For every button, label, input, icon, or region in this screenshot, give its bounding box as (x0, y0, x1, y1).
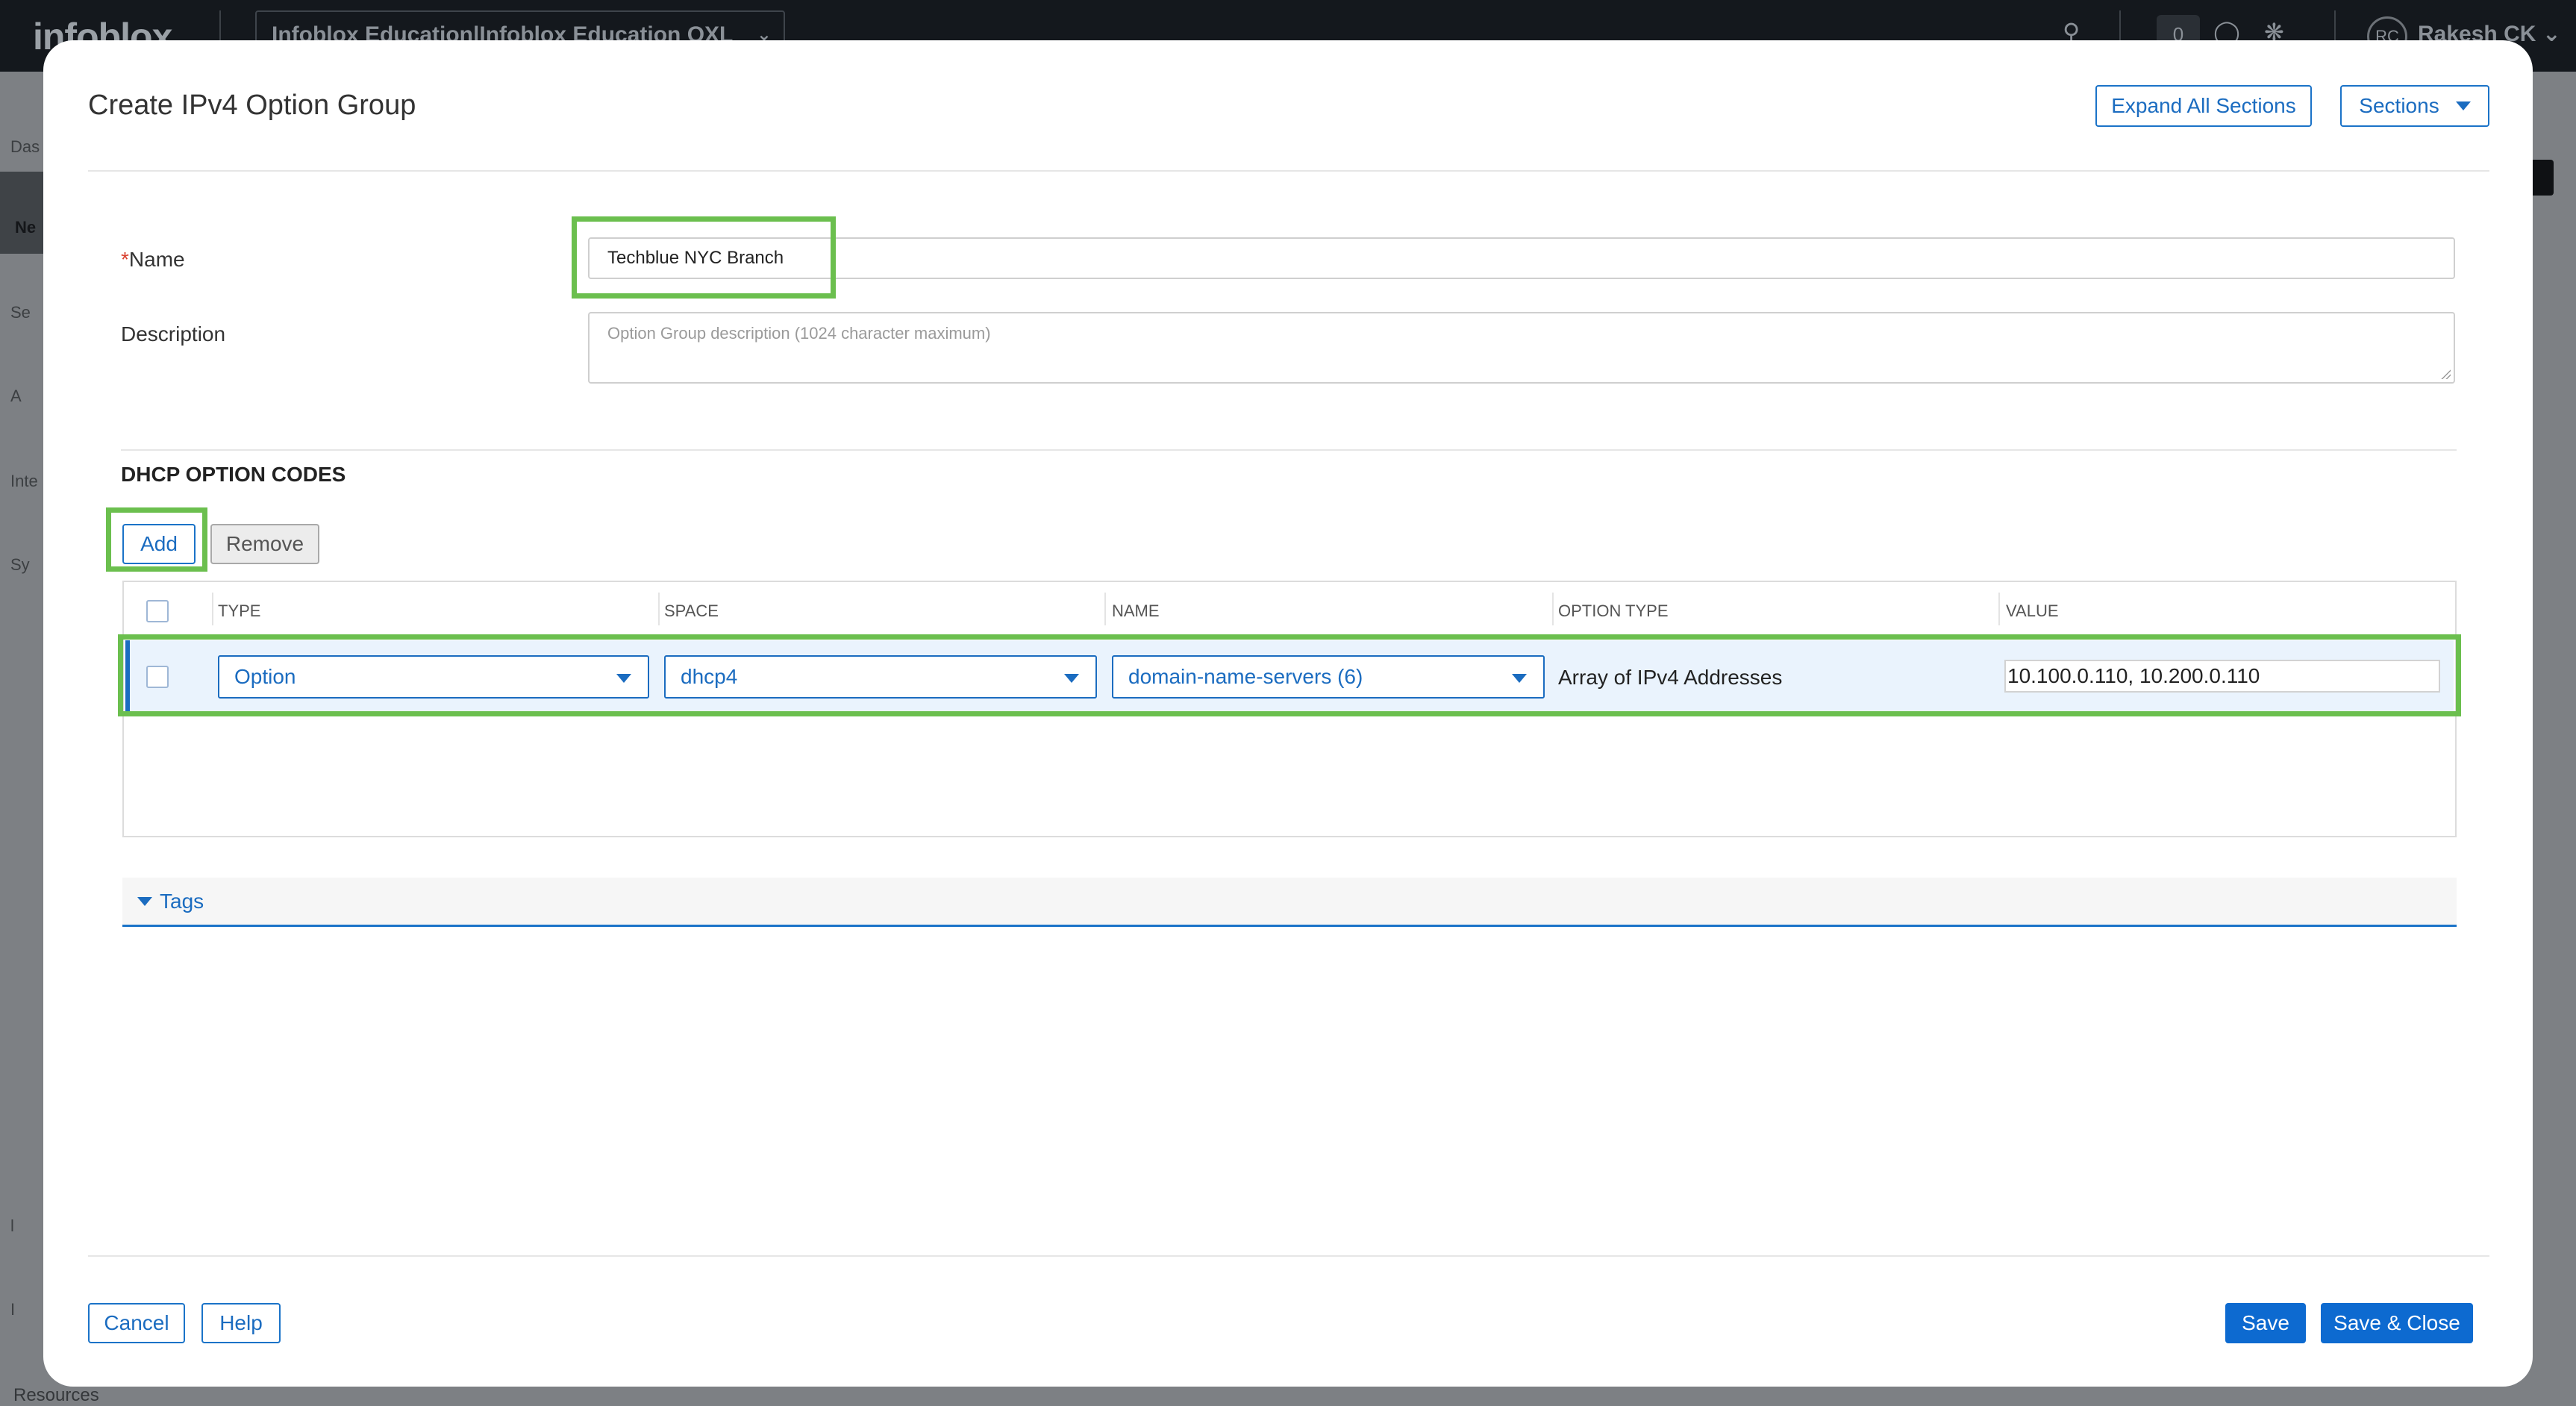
description-label: Description (121, 322, 226, 346)
sections-dropdown-button[interactable]: Sections (2340, 85, 2489, 127)
option-type-cell: Array of IPv4 Addresses (1558, 666, 1783, 689)
sidebar-item-dashboard[interactable]: Das (10, 137, 40, 157)
type-select-value: Option (234, 665, 296, 688)
help-button[interactable]: Help (201, 1303, 281, 1343)
select-all-checkbox[interactable] (146, 600, 169, 622)
sidebar-item-resources[interactable]: Resources (13, 1385, 99, 1406)
column-divider (212, 593, 213, 625)
description-input[interactable]: Option Group description (1024 character… (588, 312, 2455, 384)
option-value-input[interactable]: 10.100.0.110, 10.200.0.110 (2004, 660, 2440, 693)
add-option-button[interactable]: Add (122, 524, 196, 564)
option-name-select-value: domain-name-servers (6) (1128, 665, 1363, 688)
column-divider (1552, 593, 1554, 625)
space-select[interactable]: dhcp4 (664, 655, 1097, 699)
divider (88, 1255, 2489, 1257)
caret-down-icon (137, 896, 152, 906)
name-input-value: Techblue NYC Branch (607, 248, 784, 268)
save-and-close-button[interactable]: Save & Close (2321, 1303, 2473, 1343)
tags-section-toggle[interactable]: Tags (122, 878, 2457, 927)
caret-down-icon (2455, 101, 2471, 110)
space-select-value: dhcp4 (681, 665, 738, 688)
caret-down-icon (616, 674, 631, 683)
sidebar-item-integrations[interactable]: Inte (10, 472, 38, 491)
divider (88, 170, 2489, 172)
column-header-type[interactable]: TYPE (218, 602, 260, 621)
sidebar-item-networking[interactable]: Ne (0, 172, 43, 254)
column-header-space[interactable]: SPACE (664, 602, 719, 621)
sidebar-item-system[interactable]: Sy (10, 555, 30, 575)
option-name-select[interactable]: domain-name-servers (6) (1112, 655, 1545, 699)
row-checkbox[interactable] (146, 666, 169, 688)
sidebar-fragment[interactable]: I (10, 1300, 15, 1319)
cancel-button[interactable]: Cancel (88, 1303, 185, 1343)
expand-all-sections-button[interactable]: Expand All Sections (2095, 85, 2312, 127)
required-marker: * (121, 248, 129, 271)
resize-handle[interactable] (2440, 369, 2451, 379)
divider (121, 449, 2457, 451)
remove-option-button[interactable]: Remove (210, 524, 319, 564)
sidebar-fragment[interactable]: l (10, 1216, 14, 1236)
type-select[interactable]: Option (218, 655, 649, 699)
save-button[interactable]: Save (2225, 1303, 2306, 1343)
description-placeholder: Option Group description (1024 character… (607, 324, 991, 343)
column-divider (1998, 593, 2000, 625)
chevron-down-icon: ⌄ (2542, 22, 2561, 46)
column-divider (1104, 593, 1106, 625)
sections-label: Sections (2359, 94, 2439, 117)
column-header-name[interactable]: NAME (1112, 602, 1160, 621)
sidebar-item-label: Ne (15, 218, 37, 237)
column-divider (658, 593, 660, 625)
caret-down-icon (1512, 674, 1527, 683)
dhcp-option-codes-heading: DHCP OPTION CODES (121, 463, 346, 486)
sidebar-item-security[interactable]: Se (10, 303, 31, 322)
tags-label: Tags (160, 889, 204, 913)
caret-down-icon (1064, 674, 1079, 683)
sidebar-item-apps[interactable]: A (10, 387, 22, 406)
name-input[interactable]: Techblue NYC Branch (588, 237, 2455, 279)
option-value-text: 10.100.0.110, 10.200.0.110 (2007, 664, 2260, 687)
dialog-title: Create IPv4 Option Group (88, 90, 416, 121)
column-header-value[interactable]: VALUE (2006, 602, 2059, 621)
name-label: *Name (121, 248, 185, 271)
column-header-option-type[interactable]: OPTION TYPE (1558, 602, 1669, 621)
